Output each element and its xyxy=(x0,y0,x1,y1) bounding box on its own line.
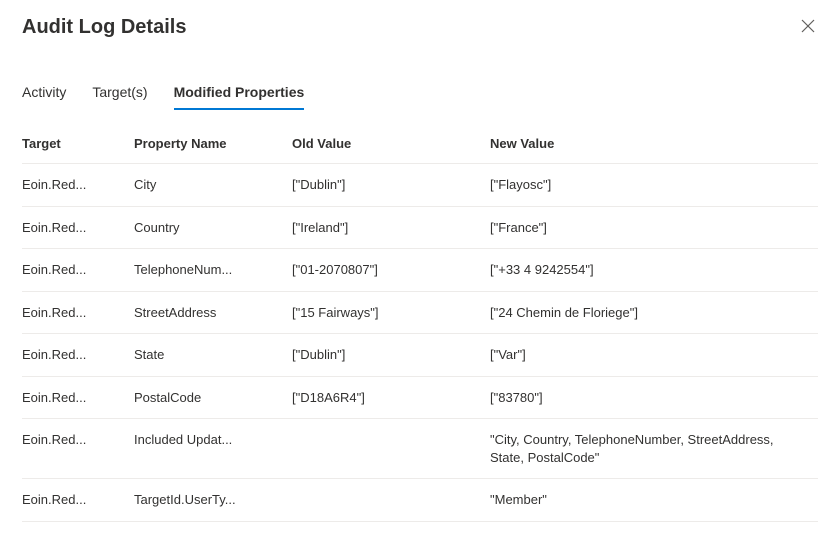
cell-target: Eoin.Red... xyxy=(22,419,134,479)
cell-new-value: ["24 Chemin de Floriege"] xyxy=(490,292,818,335)
cell-target: Eoin.Red... xyxy=(22,292,134,335)
cell-target: Eoin.Red... xyxy=(22,334,134,377)
tab-label: Modified Properties xyxy=(174,84,305,100)
cell-old-value: ["Dublin"] xyxy=(292,164,490,207)
cell-new-value: "Member" xyxy=(490,479,818,522)
cell-new-value: ["+33 4 9242554"] xyxy=(490,249,818,292)
cell-old-value: ["D18A6R4"] xyxy=(292,377,490,420)
modified-properties-table: Target Property Name Old Value New Value… xyxy=(22,136,818,522)
cell-target: Eoin.Red... xyxy=(22,377,134,420)
cell-target: Eoin.Red... xyxy=(22,249,134,292)
tab-label: Target(s) xyxy=(92,84,147,100)
cell-target: Eoin.Red... xyxy=(22,207,134,250)
tab-targets[interactable]: Target(s) xyxy=(92,84,147,108)
cell-property-name: State xyxy=(134,334,292,377)
cell-old-value xyxy=(292,479,490,522)
tab-bar: Activity Target(s) Modified Properties xyxy=(22,84,818,108)
cell-new-value: ["83780"] xyxy=(490,377,818,420)
cell-property-name: Country xyxy=(134,207,292,250)
page-title: Audit Log Details xyxy=(22,14,186,39)
tab-modified-properties[interactable]: Modified Properties xyxy=(174,84,305,108)
cell-old-value: ["01-2070807"] xyxy=(292,249,490,292)
col-header-property[interactable]: Property Name xyxy=(134,136,292,164)
panel-header: Audit Log Details xyxy=(22,14,818,44)
close-icon xyxy=(801,19,815,38)
cell-old-value: ["Dublin"] xyxy=(292,334,490,377)
cell-property-name: City xyxy=(134,164,292,207)
cell-property-name: TargetId.UserTy... xyxy=(134,479,292,522)
col-header-target[interactable]: Target xyxy=(22,136,134,164)
cell-property-name: TelephoneNum... xyxy=(134,249,292,292)
cell-old-value: ["15 Fairways"] xyxy=(292,292,490,335)
cell-new-value: ["Flayosc"] xyxy=(490,164,818,207)
tab-activity[interactable]: Activity xyxy=(22,84,66,108)
cell-target: Eoin.Red... xyxy=(22,164,134,207)
tab-label: Activity xyxy=(22,84,66,100)
cell-old-value: ["Ireland"] xyxy=(292,207,490,250)
cell-new-value: ["France"] xyxy=(490,207,818,250)
audit-log-details-panel: Audit Log Details Activity Target(s) Mod… xyxy=(0,0,840,536)
col-header-old[interactable]: Old Value xyxy=(292,136,490,164)
col-header-new[interactable]: New Value xyxy=(490,136,818,164)
cell-new-value: "City, Country, TelephoneNumber, StreetA… xyxy=(490,419,818,479)
cell-new-value: ["Var"] xyxy=(490,334,818,377)
cell-property-name: PostalCode xyxy=(134,377,292,420)
close-button[interactable] xyxy=(792,12,824,44)
cell-old-value xyxy=(292,419,490,479)
cell-property-name: StreetAddress xyxy=(134,292,292,335)
cell-target: Eoin.Red... xyxy=(22,479,134,522)
cell-property-name: Included Updat... xyxy=(134,419,292,479)
